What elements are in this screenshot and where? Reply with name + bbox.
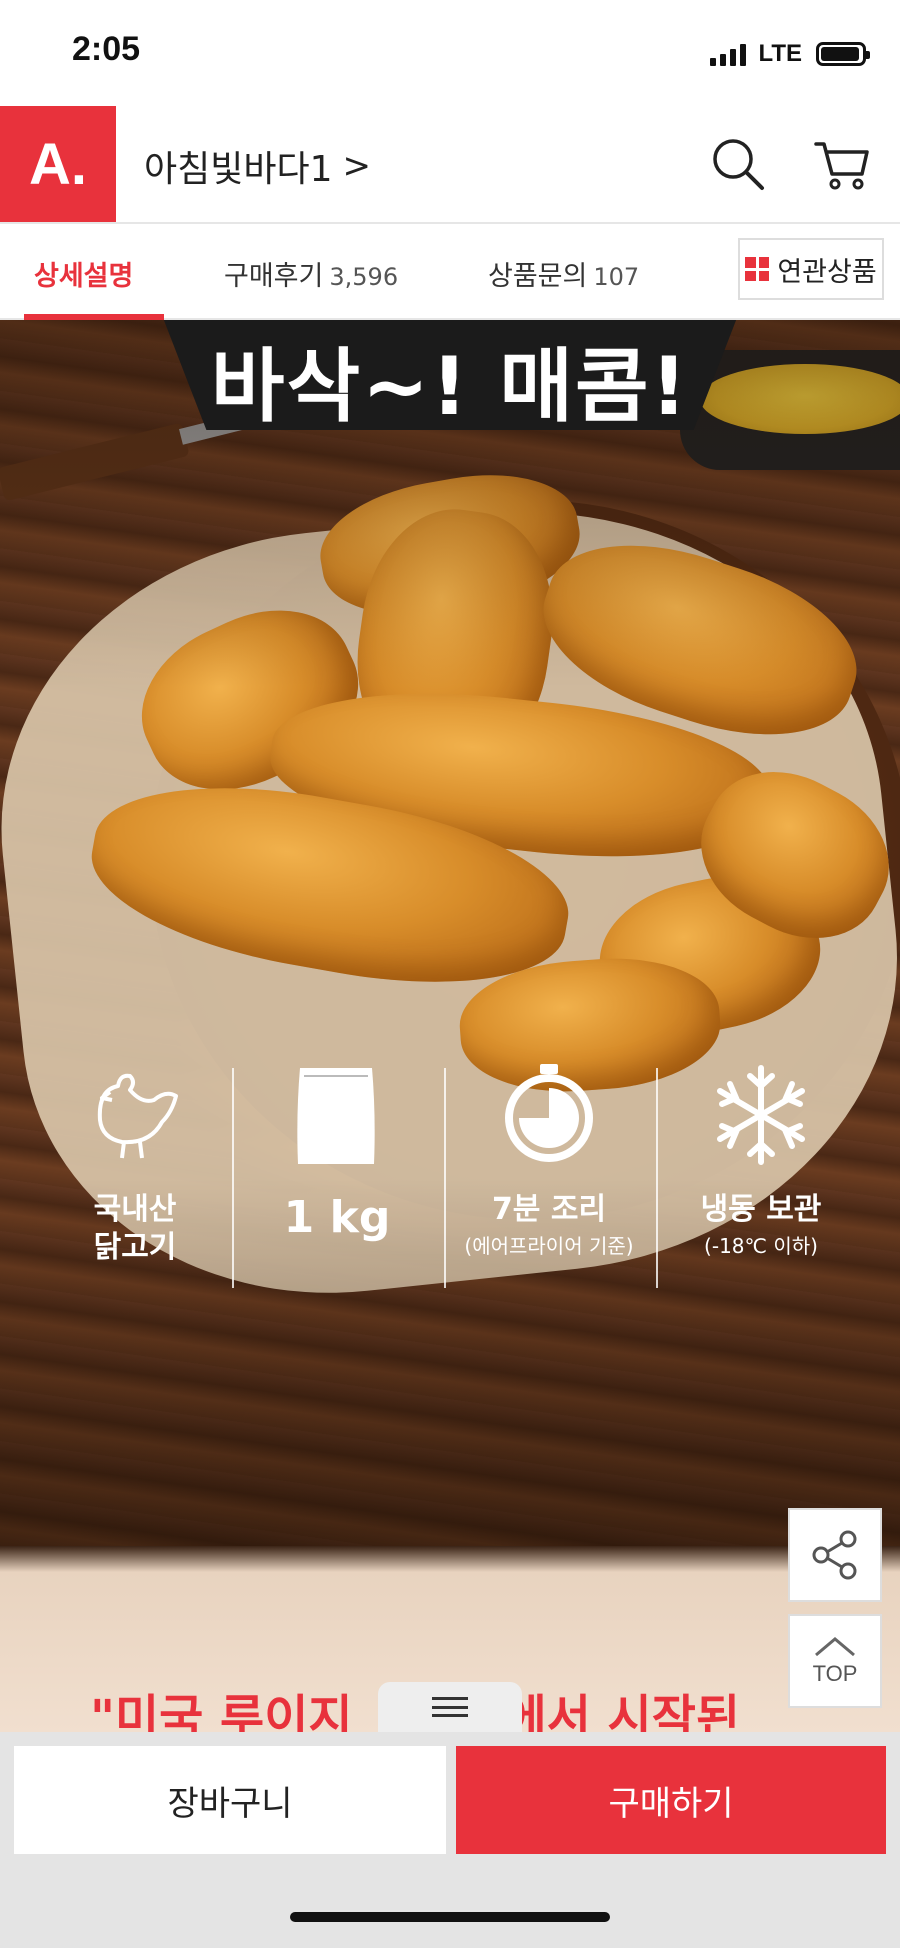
store-link[interactable]: 아침빛바다1 >: [144, 140, 371, 192]
feature-badges: 국내산 닭고기 1 kg 7분 조리 (에어프라이어 기준) 냉동 보관 (-1…: [0, 1060, 900, 1300]
scroll-top-button[interactable]: TOP: [788, 1614, 882, 1708]
cart-icon[interactable]: [812, 134, 872, 194]
tab-label: 구매후기: [224, 261, 324, 292]
store-name: 아침빛바다1: [144, 149, 333, 190]
snowflake-icon: [717, 1065, 805, 1165]
timer-icon: [505, 1064, 593, 1162]
chevron-right-icon: >: [342, 146, 372, 186]
top-label: TOP: [812, 1661, 858, 1686]
app-header: A. 아침빛바다1 >: [0, 106, 900, 222]
badge-weight: 1 kg: [232, 1060, 442, 1300]
bag-icon: [297, 1068, 375, 1164]
status-time: 2:05: [72, 30, 141, 68]
share-icon: [812, 1530, 857, 1580]
chevron-up-icon: [815, 1637, 855, 1657]
network-label: LTE: [758, 40, 802, 67]
detail-tabs: 상세설명 구매후기 3,596 상품문의 107 연관상품: [0, 222, 900, 320]
buy-now-button[interactable]: 구매하기: [456, 1746, 886, 1854]
grid-icon: [745, 257, 770, 281]
related-products-button[interactable]: 연관상품: [738, 238, 884, 300]
menu-icon: [432, 1697, 468, 1717]
badge-line2: (에어프라이어 기준): [464, 1234, 634, 1258]
purchase-bar: 장바구니 구매하기: [0, 1732, 900, 1948]
add-to-cart-button[interactable]: 장바구니: [14, 1746, 446, 1854]
tab-questions[interactable]: 상품문의 107: [488, 254, 639, 293]
tab-label: 상세설명: [34, 261, 134, 292]
status-indicators: LTE: [710, 40, 870, 68]
question-count: 107: [593, 263, 640, 291]
badge-line2: 닭고기: [93, 1230, 177, 1265]
tab-label: 상품문의: [488, 261, 588, 292]
home-indicator[interactable]: [290, 1912, 610, 1922]
related-label: 연관상품: [777, 256, 877, 288]
badge-line1: 7분 조리: [491, 1192, 607, 1227]
badge-line2: (-18℃ 이하): [704, 1234, 818, 1258]
tab-reviews[interactable]: 구매후기 3,596: [224, 254, 398, 293]
drawer-handle[interactable]: [378, 1682, 522, 1732]
badge-cook-time: 7분 조리 (에어프라이어 기준): [444, 1060, 654, 1300]
badge-storage: 냉동 보관 (-18℃ 이하): [656, 1060, 866, 1300]
search-icon[interactable]: [708, 134, 768, 194]
brand-logo[interactable]: A.: [0, 106, 116, 222]
signal-icon: [710, 42, 747, 66]
badge-origin: 국내산 닭고기: [30, 1060, 240, 1300]
status-bar: 2:05 LTE: [0, 0, 900, 106]
badge-line1: 냉동 보관: [700, 1192, 822, 1227]
share-button[interactable]: [788, 1508, 882, 1602]
quote-part2: 에서 시작된: [502, 1690, 741, 1732]
product-hero-image: 바삭~! 매콤! 국내산 닭고기 1 kg 7분 조리 (에어프라이어 기준) …: [0, 320, 900, 1546]
hero-headline: 바삭~! 매콤!: [210, 340, 690, 433]
weight-value: 1 kg: [283, 1192, 391, 1243]
battery-icon: [816, 42, 870, 66]
quote-part1: "미국 루이지: [90, 1690, 353, 1732]
tab-detail[interactable]: 상세설명: [34, 254, 133, 293]
review-count: 3,596: [329, 263, 399, 291]
chicken-icon: [97, 1073, 178, 1159]
